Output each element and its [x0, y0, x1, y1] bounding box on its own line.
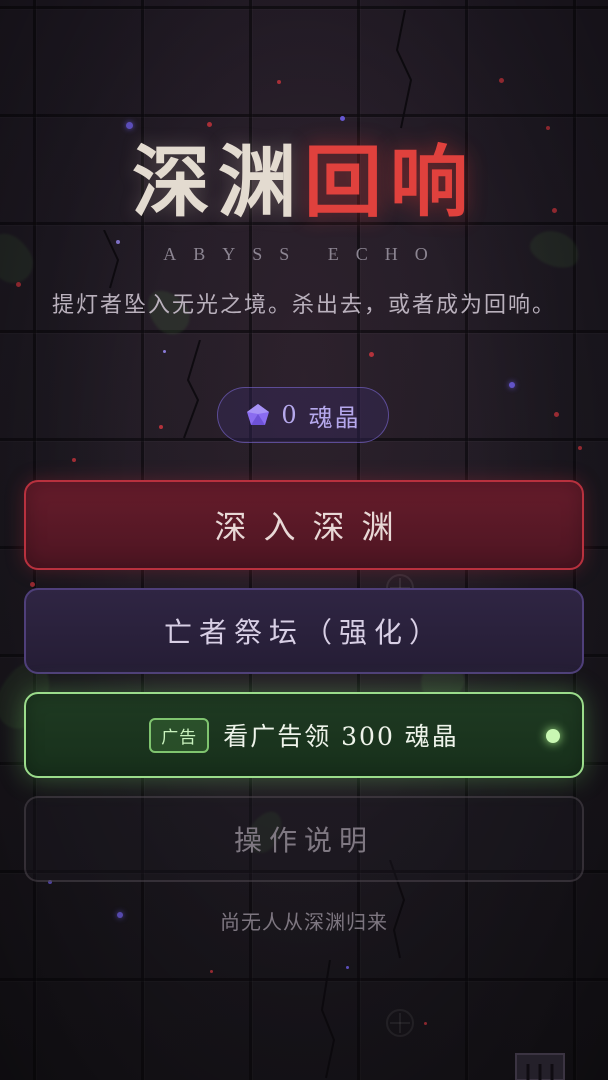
- soul-crystal-balance: 0 魂晶: [217, 387, 389, 443]
- best-record-text: 尚无人从深渊归来: [220, 910, 388, 934]
- game-tagline: 提灯者坠入无光之境。杀出去，或者成为回响。: [51, 293, 556, 318]
- chest-icon: [515, 1053, 565, 1080]
- game-title-part2: 回响: [304, 137, 477, 228]
- enter-abyss-button[interactable]: 深入深渊: [24, 480, 584, 570]
- altar-upgrade-button[interactable]: 亡者祭坛（强化）: [24, 588, 584, 674]
- instructions-button[interactable]: 操作说明: [24, 796, 584, 882]
- altar-upgrade-label: 亡者祭坛（强化）: [163, 616, 444, 649]
- watch-ad-label: 看广告领 300 魂晶: [223, 722, 459, 751]
- game-title-part1: 深渊: [131, 137, 304, 228]
- ad-badge: 广告: [149, 717, 210, 753]
- soul-crystal-value: 0: [281, 401, 299, 429]
- game-screen: 深渊回响 ABYSS ECHO 提灯者坠入无光之境。杀出去，或者成为回响。 0 …: [0, 0, 608, 1080]
- soul-crystal-icon: [247, 404, 270, 425]
- soul-crystal-unit: 魂晶: [308, 403, 361, 432]
- enter-abyss-label: 深入深渊: [214, 508, 411, 546]
- instructions-label: 操作说明: [233, 824, 374, 857]
- watch-ad-reward-button[interactable]: 广告 看广告领 300 魂晶: [24, 692, 584, 778]
- game-title: 深渊回响: [0, 138, 608, 228]
- game-subtitle-english: ABYSS ECHO: [163, 244, 445, 264]
- notification-dot-icon: [546, 729, 560, 743]
